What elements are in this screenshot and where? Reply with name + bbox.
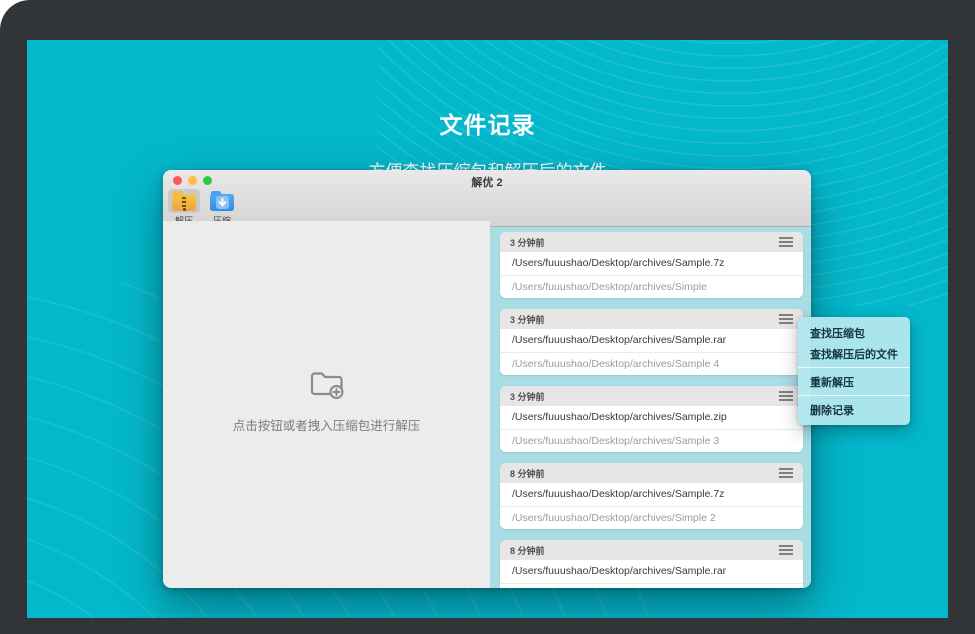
window-titlebar: 解优 2 解压 — [163, 170, 811, 227]
records-list: 3 分钟前 /Users/fuuushao/Desktop/archives/S… — [490, 227, 811, 588]
record-card: 3 分钟前 /Users/fuuushao/Desktop/archives/S… — [500, 309, 803, 375]
record-output-path[interactable]: /Users/fuuushao/Desktop/archives/Sample … — [500, 583, 803, 588]
record-archive-path[interactable]: /Users/fuuushao/Desktop/archives/Sample.… — [500, 560, 803, 583]
menu-item-re-extract[interactable]: 重新解压 — [798, 371, 910, 392]
page-title: 文件记录 — [27, 106, 948, 140]
record-menu-icon[interactable] — [779, 237, 793, 247]
menu-separator — [798, 367, 910, 368]
record-output-path[interactable]: /Users/fuuushao/Desktop/archives/Sample … — [500, 429, 803, 452]
menu-item-find-archive[interactable]: 查找压缩包 — [798, 322, 910, 343]
record-time: 3 分钟前 — [510, 313, 545, 326]
record-archive-path[interactable]: /Users/fuuushao/Desktop/archives/Sample.… — [500, 483, 803, 506]
menu-item-delete-record[interactable]: 删除记录 — [798, 399, 910, 420]
record-time: 8 分钟前 — [510, 544, 545, 557]
record-menu-icon[interactable] — [779, 314, 793, 324]
teal-stage: 文件记录 方便查找压缩包和解压后的文件 解优 2 解压 — [27, 40, 948, 618]
record-output-path[interactable]: /Users/fuuushao/Desktop/archives/Sample … — [500, 352, 803, 375]
zipper-glyph — [182, 197, 186, 209]
window-title: 解优 2 — [163, 174, 811, 190]
record-output-path[interactable]: /Users/fuuushao/Desktop/archives/Simple … — [500, 506, 803, 529]
record-archive-path[interactable]: /Users/fuuushao/Desktop/archives/Sample.… — [500, 406, 803, 429]
record-menu-icon[interactable] — [779, 468, 793, 478]
add-folder-icon — [309, 369, 345, 399]
record-card-header: 3 分钟前 — [500, 232, 803, 252]
record-card: 8 分钟前 /Users/fuuushao/Desktop/archives/S… — [500, 540, 803, 588]
record-card-header: 3 分钟前 — [500, 309, 803, 329]
record-menu-icon[interactable] — [779, 391, 793, 401]
record-card: 8 分钟前 /Users/fuuushao/Desktop/archives/S… — [500, 463, 803, 529]
drop-zone[interactable]: 点击按钮或者拽入压缩包进行解压 — [163, 221, 490, 582]
record-card-header: 3 分钟前 — [500, 386, 803, 406]
window-body: 点击按钮或者拽入压缩包进行解压 3 分钟前 /Users/fuuushao/De… — [163, 227, 811, 588]
drop-zone-hint: 点击按钮或者拽入压缩包进行解压 — [233, 415, 421, 434]
record-time: 8 分钟前 — [510, 467, 545, 480]
download-folder-icon — [210, 194, 234, 211]
record-archive-path[interactable]: /Users/fuuushao/Desktop/archives/Sample.… — [500, 329, 803, 352]
record-output-path[interactable]: /Users/fuuushao/Desktop/archives/Simple — [500, 275, 803, 298]
record-archive-path[interactable]: /Users/fuuushao/Desktop/archives/Sample.… — [500, 252, 803, 275]
down-arrow-icon — [216, 196, 229, 209]
record-card-header: 8 分钟前 — [500, 463, 803, 483]
menu-item-find-extracted-files[interactable]: 查找解压后的文件 — [798, 343, 910, 364]
record-menu-icon[interactable] — [779, 545, 793, 555]
record-time: 3 分钟前 — [510, 236, 545, 249]
record-card-header: 8 分钟前 — [500, 540, 803, 560]
record-card: 3 分钟前 /Users/fuuushao/Desktop/archives/S… — [500, 386, 803, 452]
menu-separator — [798, 395, 910, 396]
context-menu: 查找压缩包 查找解压后的文件 重新解压 删除记录 — [798, 317, 910, 425]
record-time: 3 分钟前 — [510, 390, 545, 403]
presentation-frame: 文件记录 方便查找压缩包和解压后的文件 解优 2 解压 — [0, 0, 975, 634]
record-card: 3 分钟前 /Users/fuuushao/Desktop/archives/S… — [500, 232, 803, 298]
app-window: 解优 2 解压 — [163, 170, 811, 588]
zip-folder-icon — [172, 194, 196, 211]
